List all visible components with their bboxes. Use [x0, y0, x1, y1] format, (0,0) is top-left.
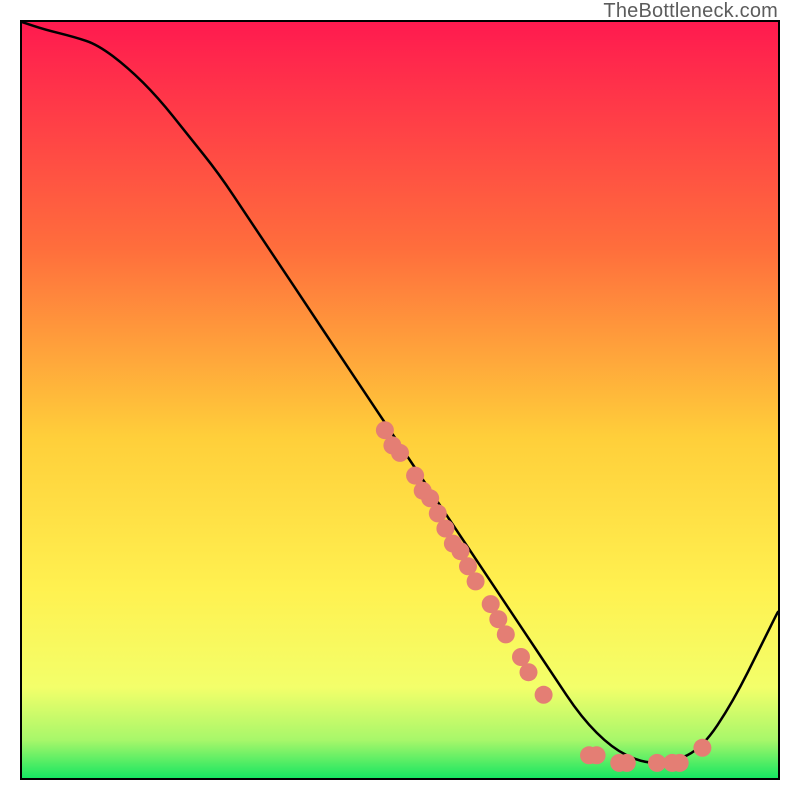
data-point [520, 663, 538, 681]
bottleneck-curve [22, 22, 778, 763]
chart-svg [22, 22, 778, 778]
data-point [588, 746, 606, 764]
chart-stage: TheBottleneck.com [0, 0, 800, 800]
data-point [693, 739, 711, 757]
data-point [671, 754, 689, 772]
data-point [391, 444, 409, 462]
data-point [497, 625, 515, 643]
data-point [467, 572, 485, 590]
plot-area [20, 20, 780, 780]
data-point [618, 754, 636, 772]
data-point-dots [376, 421, 712, 772]
data-point [535, 686, 553, 704]
curve-path [22, 22, 778, 763]
